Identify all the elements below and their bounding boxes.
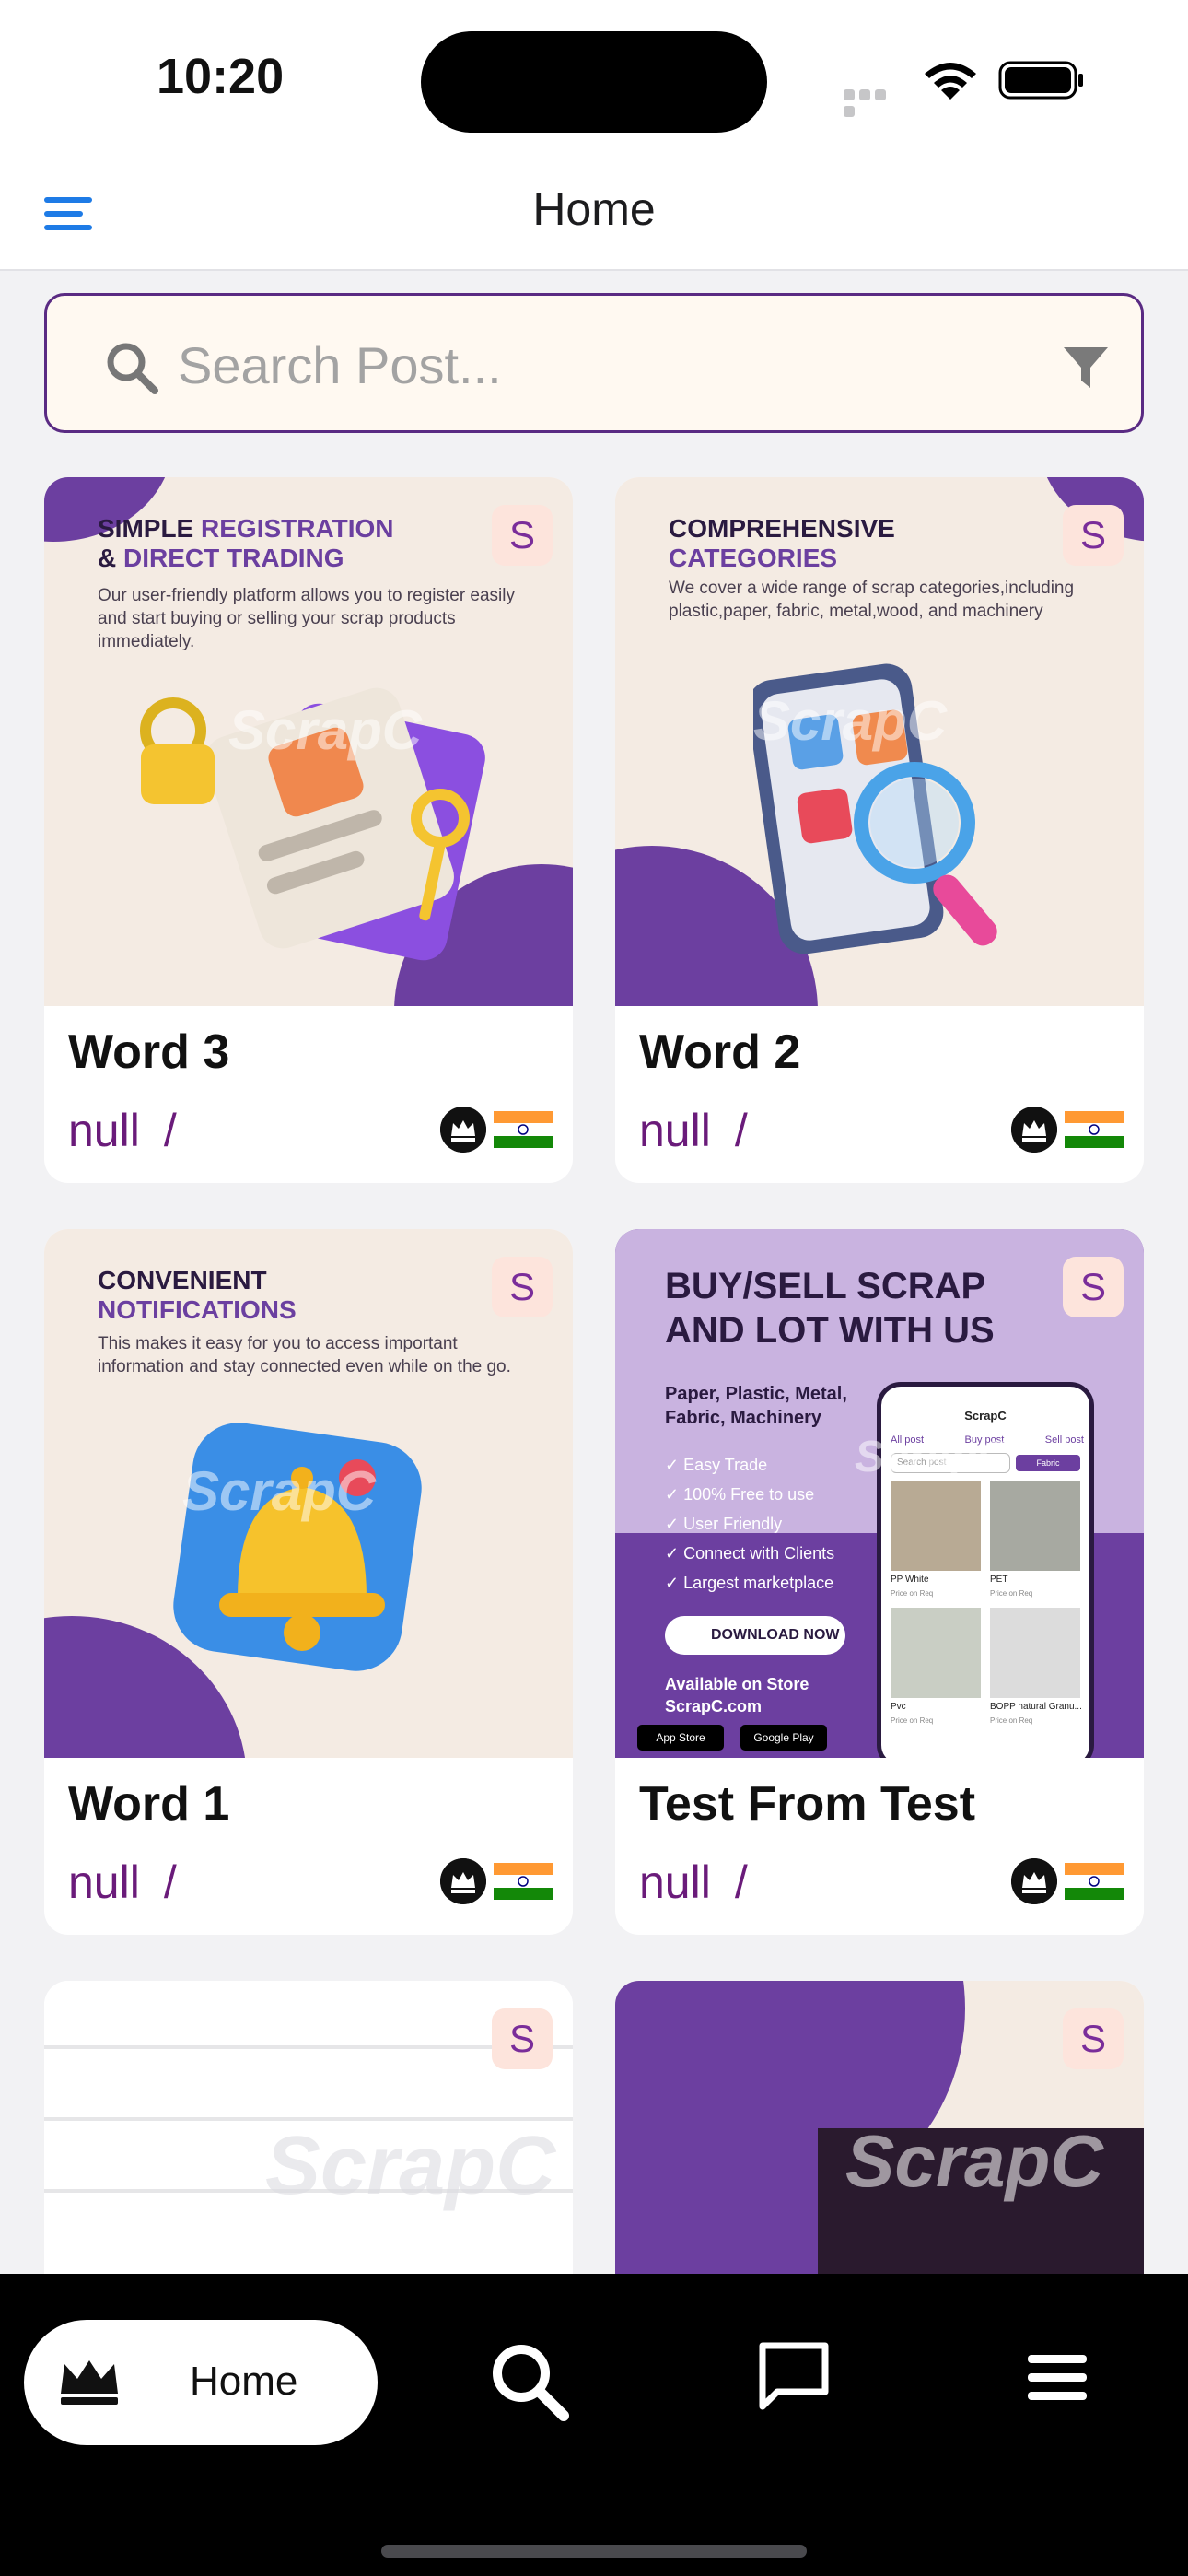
image-subheading: Paper, Plastic, Metal, Fabric, Machinery [665, 1384, 847, 1428]
post-price: null [639, 1856, 711, 1908]
phone-item-image [990, 1481, 1080, 1571]
phone-item-price: Price on Req [891, 1589, 934, 1598]
bottom-nav: Home [0, 2274, 1188, 2576]
post-card[interactable]: ScrapC S [44, 1981, 573, 2274]
cellular-signal-icon [844, 88, 904, 117]
india-flag-icon [494, 1863, 553, 1900]
post-price: null [68, 1856, 140, 1908]
phone-item-name: Pvc [891, 1702, 906, 1712]
seller-badge: S [492, 505, 553, 566]
post-meta: null / [639, 1856, 748, 1909]
search-input[interactable] [178, 323, 1007, 406]
premium-crown-icon [1011, 1107, 1057, 1153]
phone-item-price: Price on Req [990, 1589, 1033, 1598]
post-title: Word 3 [68, 1025, 230, 1079]
watermark-logo: ScrapC [182, 1460, 377, 1522]
post-image: SIMPLE REGISTRATION & DIRECT TRADING Our… [44, 477, 573, 1006]
search-icon [107, 343, 158, 394]
image-heading: BUY/SELL SCRAP AND LOT WITH US [665, 1266, 995, 1351]
watermark-logo: ScrapC [228, 699, 423, 761]
notification-bell-illustration [173, 1423, 422, 1671]
nav-search-icon[interactable] [488, 2340, 571, 2423]
post-meta: null / [68, 1104, 177, 1157]
post-card[interactable]: ScrapC S [615, 1981, 1144, 2274]
post-card[interactable]: BUY/SELL SCRAP AND LOT WITH US Paper, Pla… [615, 1229, 1144, 1935]
nav-chat-icon[interactable] [755, 2338, 833, 2416]
post-card[interactable]: CONVENIENT NOTIFICATIONS This makes it e… [44, 1229, 573, 1935]
filter-icon[interactable] [1062, 344, 1110, 392]
seller-badge: S [1063, 505, 1124, 566]
meta-separator: / [163, 1105, 177, 1156]
image-description: This makes it easy for you to access imp… [98, 1334, 511, 1376]
phone-item-price: Price on Req [990, 1716, 1033, 1725]
phone-item-name: BOPP natural Granu... [990, 1702, 1082, 1712]
post-image: ScrapC S [615, 1981, 1144, 2274]
phone-item-image [990, 1608, 1080, 1698]
store-info: Available on Store ScrapC.com [665, 1675, 809, 1715]
screen: 10:20 Home Search Post... SIMPLE REGISTR… [0, 0, 1188, 2576]
india-flag-icon [494, 1111, 553, 1148]
watermark-logo: ScrapC [845, 2120, 1104, 2202]
india-flag-icon [1065, 1863, 1124, 1900]
meta-separator: / [163, 1856, 177, 1908]
phone-item-name: PP White [891, 1575, 929, 1585]
post-image: BUY/SELL SCRAP AND LOT WITH US Paper, Pla… [615, 1229, 1144, 1758]
app-header: Home [0, 157, 1188, 271]
phone-item-image [891, 1481, 981, 1571]
wifi-icon [925, 63, 976, 100]
post-card[interactable]: SIMPLE REGISTRATION & DIRECT TRADING Our… [44, 477, 573, 1183]
seller-badge: S [492, 2008, 553, 2069]
home-indicator [381, 2545, 807, 2558]
image-bg-panel [615, 2156, 818, 2274]
post-title: Word 2 [639, 1025, 801, 1079]
image-description: Our user-friendly platform allows you to… [98, 586, 516, 651]
post-title: Test From Test [639, 1777, 976, 1831]
post-title: Word 1 [68, 1777, 230, 1831]
seller-badge: S [1063, 1257, 1124, 1317]
post-meta: null / [68, 1856, 177, 1909]
india-flag-icon [1065, 1111, 1124, 1148]
post-image: ScrapC S [44, 1981, 573, 2274]
image-heading: SIMPLE REGISTRATION & DIRECT TRADING [98, 514, 394, 572]
download-now-badge: DOWNLOAD NOW [665, 1616, 845, 1655]
post-card[interactable]: COMPREHENSIVE CATEGORIES We cover a wide… [615, 477, 1144, 1183]
app-store-badge: App Store [637, 1725, 724, 1751]
watermark-logo: ScrapC [265, 2120, 556, 2212]
post-price: null [68, 1105, 140, 1156]
dynamic-island [421, 31, 767, 133]
meta-separator: / [734, 1856, 748, 1908]
status-time: 10:20 [157, 49, 285, 104]
seller-badge: S [1063, 2008, 1124, 2069]
nav-home-label: Home [190, 2359, 298, 2404]
feature-list: ✓ Easy Trade ✓ 100% Free to use ✓ User F… [665, 1456, 835, 1592]
search-bar [44, 293, 1144, 433]
crown-icon [61, 2360, 118, 2405]
watermark-logo: ScrapC [855, 1433, 1010, 1481]
status-bar: 10:20 [0, 0, 1188, 157]
google-play-badge: Google Play [740, 1725, 827, 1751]
meta-separator: / [734, 1105, 748, 1156]
phone-item-name: PET [990, 1575, 1008, 1585]
phone-filter-chip: Fabric [1016, 1455, 1080, 1471]
post-image: CONVENIENT NOTIFICATIONS This makes it e… [44, 1229, 573, 1758]
nav-menu-icon[interactable] [1024, 2349, 1090, 2406]
premium-crown-icon [1011, 1858, 1057, 1904]
nav-home-tab[interactable]: Home [24, 2320, 378, 2445]
watermark-logo: ScrapC [753, 690, 948, 752]
phone-app-name: ScrapC [964, 1409, 1007, 1423]
image-heading: COMPREHENSIVE CATEGORIES [669, 514, 895, 572]
phone-item-image [891, 1608, 981, 1698]
battery-icon [998, 61, 1083, 100]
premium-crown-icon [440, 1107, 486, 1153]
premium-crown-icon [440, 1858, 486, 1904]
post-meta: null / [639, 1104, 748, 1157]
post-price: null [639, 1105, 711, 1156]
post-image: COMPREHENSIVE CATEGORIES We cover a wide… [615, 477, 1144, 1006]
image-heading: CONVENIENT NOTIFICATIONS [98, 1266, 297, 1324]
page-title: Home [532, 183, 656, 235]
seller-badge: S [492, 1257, 553, 1317]
phone-item-price: Price on Req [891, 1716, 934, 1725]
image-description: We cover a wide range of scrap categorie… [669, 579, 1075, 621]
